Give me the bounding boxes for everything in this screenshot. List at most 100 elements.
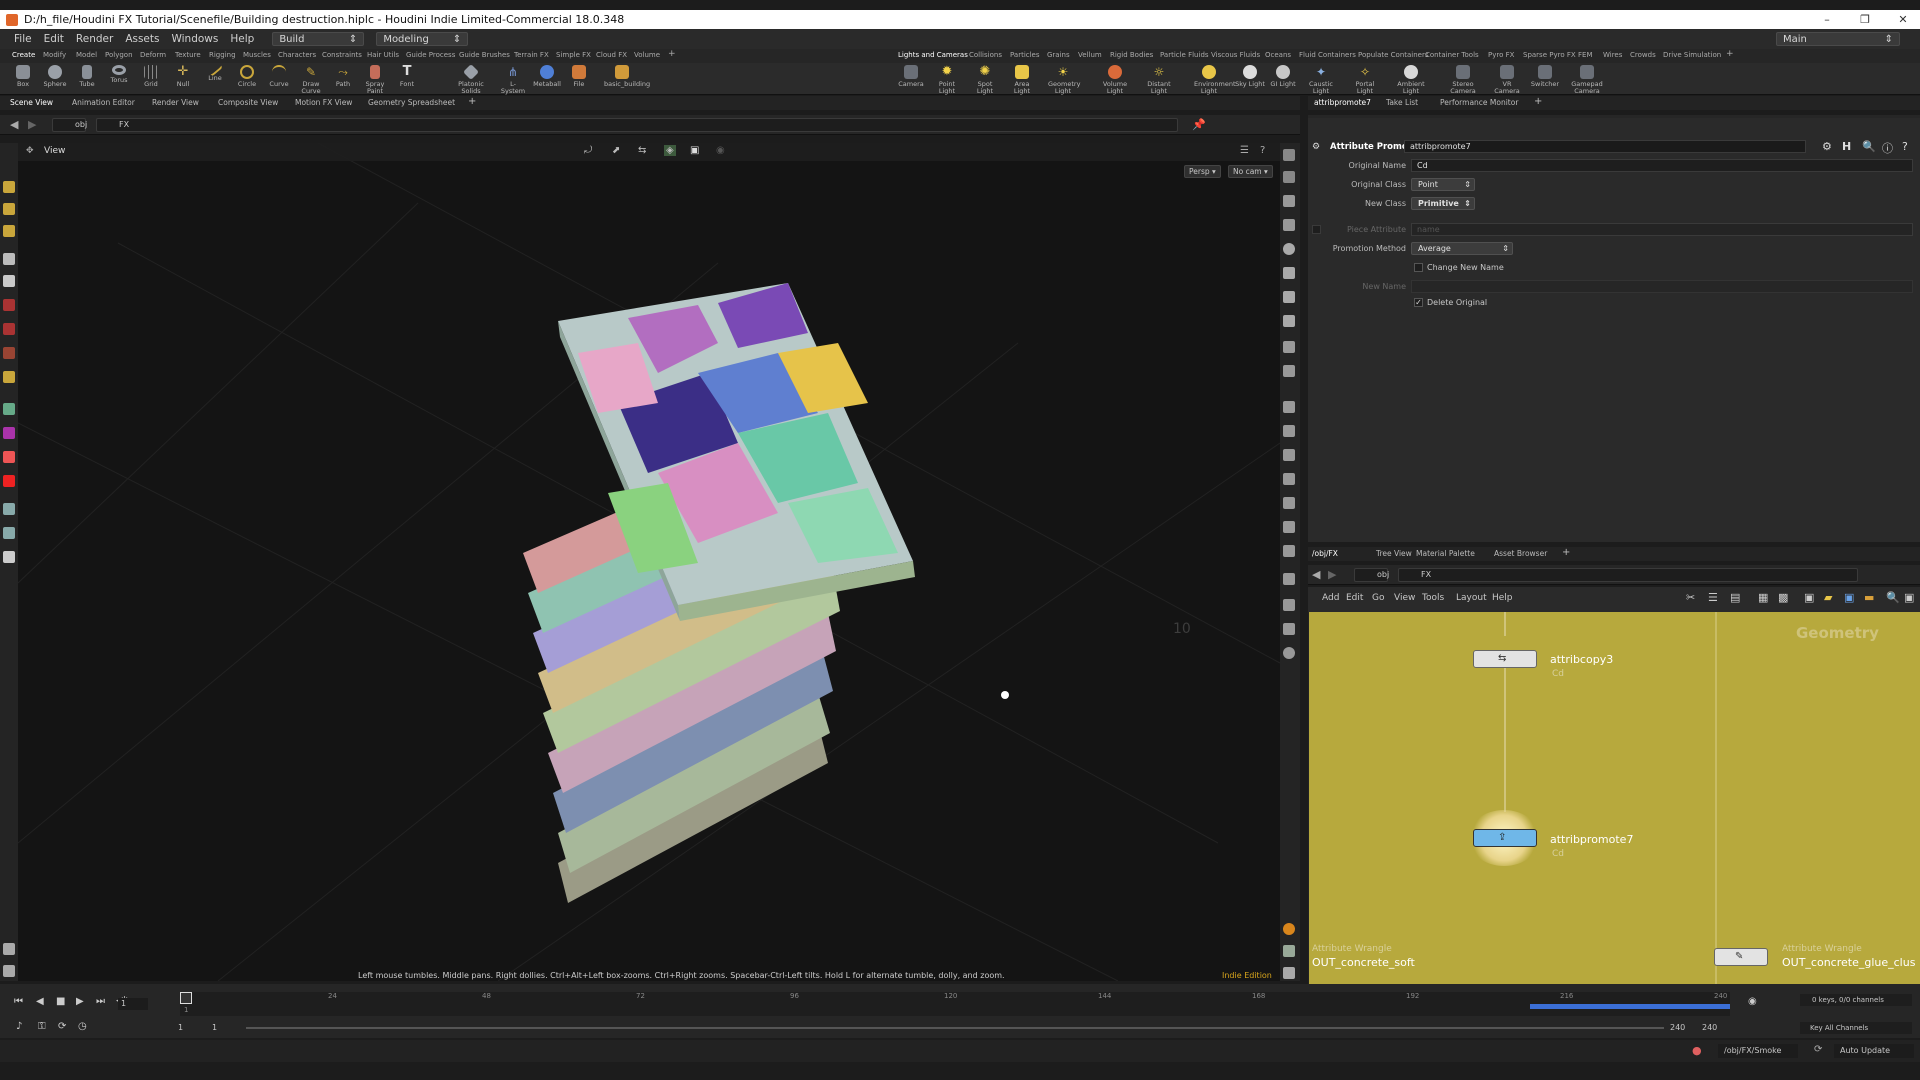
snap-icon[interactable]: ◈ [664, 145, 676, 156]
shading-icon[interactable] [1283, 243, 1295, 255]
shelf-tab[interactable]: Hair Utils [367, 51, 399, 59]
tool-portal-light[interactable]: ✧ Portal Light [1350, 65, 1380, 95]
hull-icon[interactable] [1283, 545, 1295, 557]
rotate-tool-icon[interactable] [3, 225, 15, 237]
add-pane-tab-button[interactable]: + [1534, 96, 1542, 107]
preview-icon[interactable]: ▣ [1904, 591, 1914, 604]
view-tool-icon[interactable] [3, 371, 15, 383]
range-start[interactable]: 1 [178, 1023, 183, 1032]
target-icon[interactable] [3, 527, 15, 539]
path-node[interactable]: FX [96, 118, 1178, 132]
tool-basic-building[interactable]: basic_building [604, 65, 650, 88]
help-icon[interactable]: ? [1260, 145, 1265, 156]
network-menu-add[interactable]: Add [1322, 593, 1339, 603]
tool-platonic-solids[interactable]: Platonic Solids [456, 64, 486, 95]
network-menu-layout[interactable]: Layout [1456, 593, 1487, 603]
gear-icon[interactable]: ⚙ [1822, 140, 1832, 153]
tool-tube[interactable]: Tube [72, 65, 102, 88]
move-tool-icon[interactable] [3, 203, 15, 215]
network-menu-go[interactable]: Go [1372, 593, 1384, 603]
tool-area-light[interactable]: Area Light [1007, 65, 1037, 95]
tool-stereo-camera[interactable]: Stereo Camera [1448, 65, 1478, 95]
original-class-menu[interactable]: Point ⇕ [1411, 178, 1475, 191]
shelf-tab[interactable]: FEM [1578, 51, 1593, 59]
context-select[interactable]: Modeling ⇕ [376, 32, 469, 46]
display-icon[interactable]: ▣ [690, 145, 699, 156]
tumble-icon[interactable]: ⤾ [584, 145, 592, 156]
info-icon[interactable]: ⓘ [1882, 140, 1893, 156]
shelf-tab[interactable]: Lights and Cameras [898, 51, 968, 59]
minimize-button[interactable]: – [1808, 10, 1846, 29]
shelf-tab[interactable]: Particles [1010, 51, 1040, 59]
key-all-channels-menu[interactable]: Key All Channels [1800, 1022, 1912, 1034]
shelf-tab[interactable]: Constraints [322, 51, 362, 59]
shelf-tab[interactable]: Modify [43, 51, 66, 59]
tool-sphere[interactable]: Sphere [40, 65, 70, 88]
network-editor[interactable]: Geometry ⇆ attribcopy3 Cd ⇪ attribpromot… [1308, 612, 1920, 984]
menu-assets[interactable]: Assets [119, 33, 165, 45]
shelf-tab[interactable]: Guide Brushes [459, 51, 510, 59]
network-menu-help[interactable]: Help [1492, 593, 1513, 603]
paint-tool-icon[interactable] [3, 427, 15, 439]
tool-file[interactable]: File [564, 65, 594, 88]
point-number-icon[interactable] [1283, 401, 1295, 413]
tool-path[interactable]: ⤳ Path [328, 65, 358, 88]
auto-update-menu[interactable]: Auto Update [1834, 1044, 1914, 1058]
add-shelf-tab-button[interactable]: + [1726, 49, 1734, 59]
uv-icon[interactable] [1283, 521, 1295, 533]
shelf-tab[interactable]: Deform [140, 51, 166, 59]
normal-display-icon[interactable] [1283, 365, 1295, 377]
tool-camera[interactable]: Camera [896, 65, 926, 88]
scene-viewport[interactable]: 10 Left mouse tumbles. Middle pans. Righ… [18, 143, 1280, 981]
lock-camera-icon[interactable] [1283, 195, 1295, 207]
tool-grid[interactable]: Grid [136, 65, 166, 88]
image-icon[interactable]: ▣ [1844, 591, 1854, 604]
shelf-tab[interactable]: Cloud FX [596, 51, 627, 59]
tree-icon[interactable]: ☰ [1708, 591, 1718, 604]
jump-end-icon[interactable]: ⏭ [96, 996, 105, 1007]
tool-gamepad-camera[interactable]: Gamepad Camera [1570, 65, 1604, 95]
tab-geometry-spreadsheet[interactable]: Geometry Spreadsheet [368, 98, 455, 107]
tab-scene-view[interactable]: Scene View [10, 98, 53, 107]
snap-tool-icon[interactable] [3, 451, 15, 463]
transform-icon[interactable]: ⇆ [638, 145, 646, 156]
tool-sky-light[interactable]: Sky Light [1235, 65, 1265, 88]
tool-switcher[interactable]: Switcher [1530, 65, 1560, 88]
search-icon[interactable]: 🔍 [1886, 591, 1900, 604]
search-icon[interactable]: 🔍 [1862, 140, 1876, 153]
network-menu-edit[interactable]: Edit [1346, 593, 1363, 603]
promotion-method-menu[interactable]: Average ⇕ [1411, 242, 1513, 255]
select-tool-icon[interactable] [3, 181, 15, 193]
list-icon[interactable]: ▤ [1730, 591, 1740, 604]
play-icon[interactable]: ▶ [76, 996, 84, 1007]
gear-icon[interactable] [3, 503, 15, 515]
text-icon[interactable] [1283, 599, 1295, 611]
add-pane-tab-button[interactable]: + [468, 96, 476, 107]
tool-null[interactable]: ✛ Null [168, 65, 198, 88]
tool-distant-light[interactable]: ☼ Distant Light [1144, 65, 1174, 95]
shelf-tab[interactable]: Terrain FX [514, 51, 549, 59]
range-end-2[interactable]: 240 [1702, 1023, 1717, 1032]
primitive-icon[interactable] [1283, 497, 1295, 509]
new-class-menu[interactable]: Primitive ⇕ [1411, 197, 1475, 210]
audio-icon[interactable]: ♪ [16, 1021, 22, 1032]
stop-icon[interactable]: ■ [56, 996, 65, 1007]
pose-tool-icon[interactable] [3, 347, 15, 359]
shelf-tab[interactable]: Drive Simulation [1663, 51, 1721, 59]
tool-draw-curve[interactable]: ✎ Draw Curve [296, 65, 326, 95]
desktop-select[interactable]: Build ⇕ [272, 32, 365, 46]
node-out-concrete-glue[interactable]: ✎ [1714, 948, 1768, 966]
back-arrow-icon[interactable]: ◀ [1312, 568, 1320, 581]
tab-tree-view[interactable]: Tree View [1376, 549, 1412, 558]
forward-arrow-icon[interactable]: ▶ [28, 118, 36, 131]
camera-icon[interactable] [1283, 171, 1295, 183]
layout-grid-icon[interactable]: ▩ [1778, 591, 1788, 604]
eye-icon[interactable] [1283, 967, 1295, 979]
shelf-tab[interactable]: Container Tools [1425, 51, 1479, 59]
current-frame-field[interactable]: 1 [118, 998, 148, 1010]
normal-icon[interactable] [1283, 449, 1295, 461]
eye-icon[interactable] [3, 965, 15, 977]
shelf-tab[interactable]: Collisions [969, 51, 1002, 59]
edit-icon[interactable] [1283, 425, 1295, 437]
tab-motion-fx-view[interactable]: Motion FX View [295, 98, 352, 107]
